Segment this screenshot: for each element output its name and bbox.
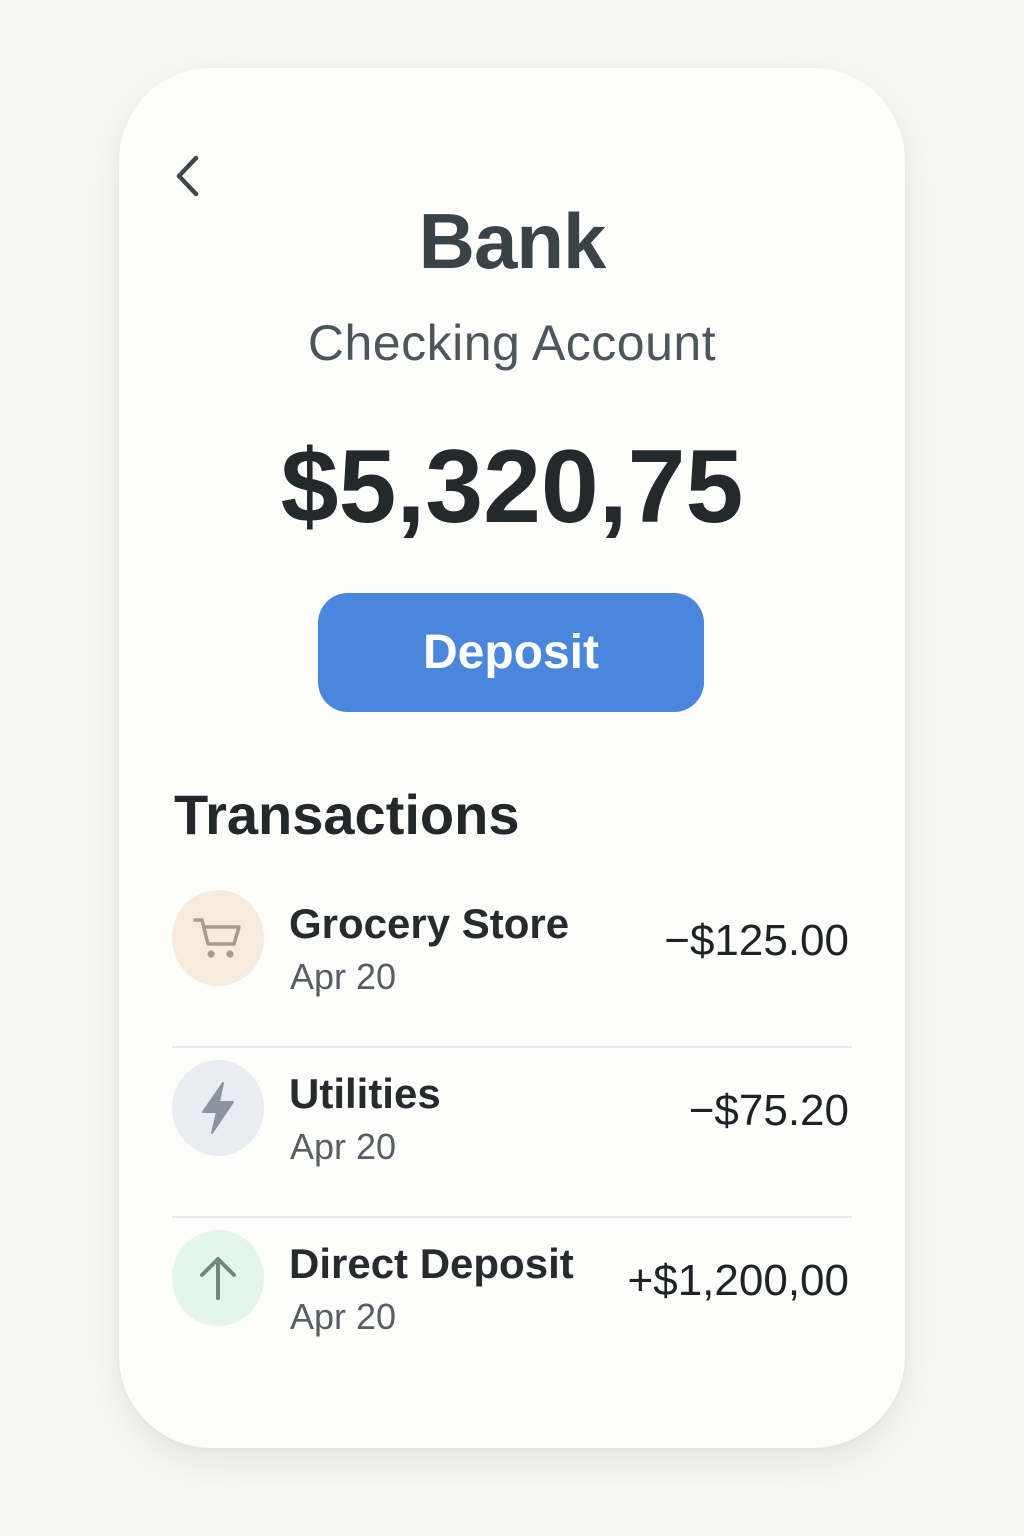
transaction-amount: +$1,200,00 bbox=[627, 1256, 849, 1305]
transaction-row[interactable]: Utilities Apr 20 −$75.20 bbox=[172, 1048, 852, 1218]
transaction-row[interactable]: Direct Deposit Apr 20 +$1,200,00 bbox=[172, 1218, 852, 1388]
transaction-icon-badge bbox=[172, 890, 264, 986]
transaction-amount: −$125.00 bbox=[664, 916, 849, 965]
transaction-name: Direct Deposit bbox=[289, 1240, 574, 1287]
chevron-left-icon bbox=[176, 155, 199, 197]
transaction-name: Grocery Store bbox=[289, 900, 570, 947]
transaction-icon-badge bbox=[172, 1060, 264, 1156]
cart-icon bbox=[193, 918, 241, 958]
account-balance: $5,320,75 bbox=[280, 429, 744, 545]
transaction-date: Apr 20 bbox=[290, 956, 397, 997]
transaction-date: Apr 20 bbox=[290, 1126, 397, 1167]
transaction-amount: −$75.20 bbox=[688, 1086, 849, 1135]
transaction-row[interactable]: Grocery Store Apr 20 −$125.00 bbox=[172, 878, 852, 1048]
transactions-list: Grocery Store Apr 20 −$125.00 Utilities … bbox=[172, 878, 852, 1388]
arrow-up-icon bbox=[200, 1257, 236, 1300]
transaction-icon-badge bbox=[172, 1230, 264, 1326]
lightning-icon bbox=[202, 1082, 234, 1134]
transaction-date: Apr 20 bbox=[290, 1296, 397, 1337]
deposit-button[interactable]: Deposit bbox=[318, 593, 704, 712]
account-card: Bank Checking Account $5,320,75 Deposit … bbox=[119, 68, 905, 1448]
transactions-title: Transactions bbox=[174, 783, 520, 846]
account-name: Checking Account bbox=[307, 315, 717, 371]
transaction-name: Utilities bbox=[289, 1070, 441, 1117]
bank-name: Bank bbox=[418, 197, 607, 285]
